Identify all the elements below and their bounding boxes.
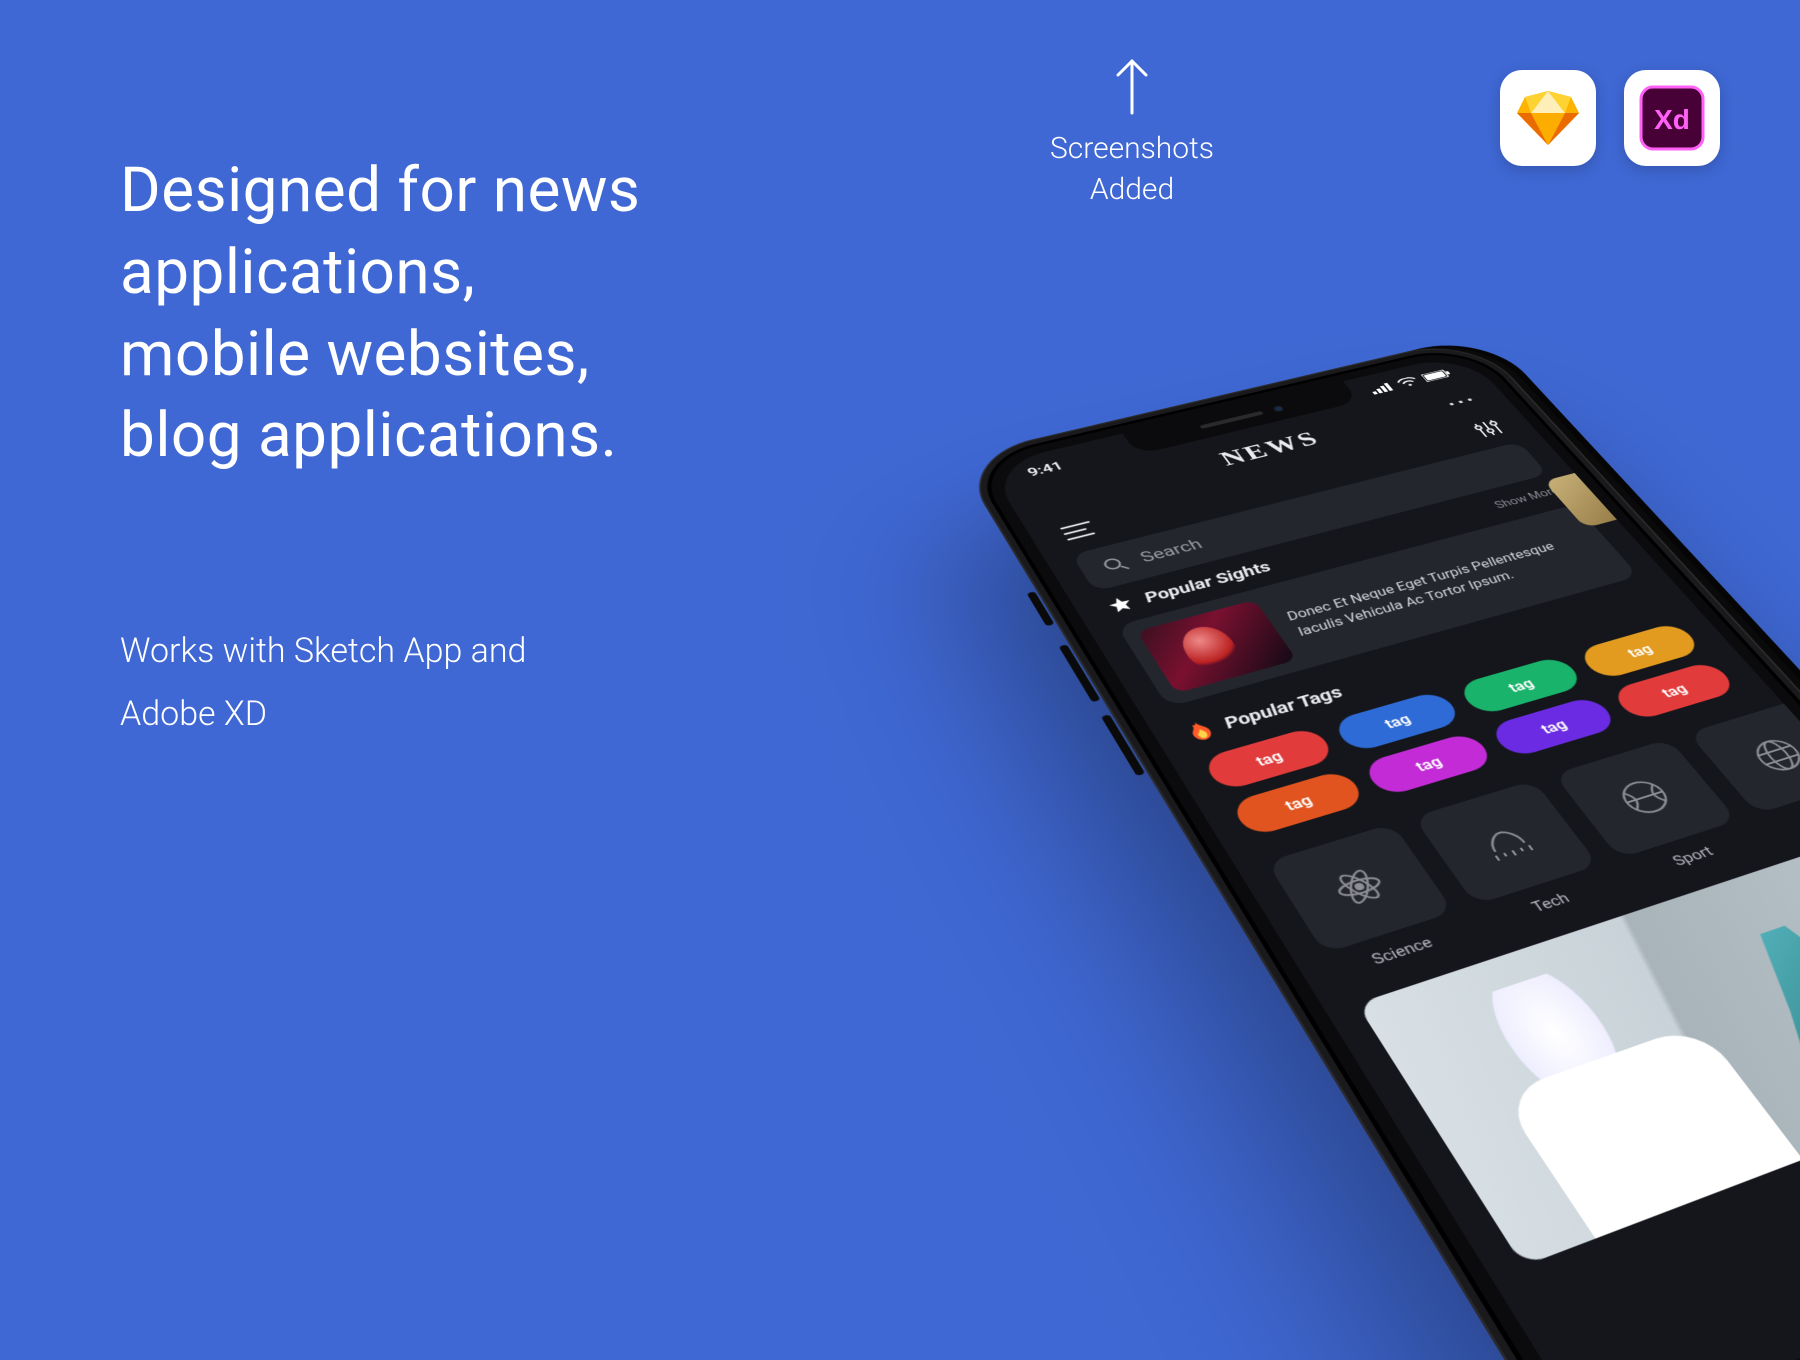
- hero-heading: Designed for news applications, mobile w…: [120, 150, 640, 477]
- flame-icon: [1184, 719, 1216, 742]
- hero-line-1: Designed for news: [120, 150, 640, 232]
- search-placeholder: Search: [1137, 536, 1206, 566]
- more-icon[interactable]: •••: [1443, 392, 1481, 411]
- search-icon: [1100, 555, 1130, 574]
- wifi-icon: [1395, 376, 1421, 389]
- sketch-badge: [1500, 70, 1596, 166]
- hero-line-2: applications,: [120, 232, 640, 314]
- arrow-label-1: Screenshots: [1050, 129, 1214, 170]
- signal-icon: [1368, 382, 1395, 394]
- star-icon: [1105, 595, 1136, 615]
- adobe-xd-icon: Xd: [1637, 83, 1707, 153]
- screenshots-added-callout: Screenshots Added: [1050, 55, 1214, 210]
- arrow-up-icon: [1112, 55, 1152, 115]
- status-time: 9:41: [1024, 459, 1065, 479]
- svg-text:Xd: Xd: [1654, 104, 1690, 135]
- adobe-xd-badge: Xd: [1624, 70, 1720, 166]
- sight-thumbnail: [1136, 600, 1297, 693]
- tool-badges: Xd: [1500, 70, 1720, 166]
- sketch-icon: [1517, 89, 1579, 147]
- hero-line-4: blog applications.: [120, 395, 640, 477]
- arrow-label-2: Added: [1050, 170, 1214, 211]
- phone-body: 9:41 NEWS •••: [955, 336, 1800, 1360]
- phone-mockup: 9:41 NEWS •••: [820, 300, 1720, 1360]
- hero-subheading: Works with Sketch App and Adobe XD: [120, 620, 526, 746]
- sight-card-peek: [1544, 463, 1656, 528]
- phone-screen: 9:41 NEWS •••: [987, 352, 1800, 1360]
- hero-line-3: mobile websites,: [120, 314, 640, 396]
- hero-sub-2: Adobe XD: [120, 683, 526, 746]
- hero-sub-1: Works with Sketch App and: [120, 620, 526, 683]
- battery-icon: [1421, 369, 1452, 382]
